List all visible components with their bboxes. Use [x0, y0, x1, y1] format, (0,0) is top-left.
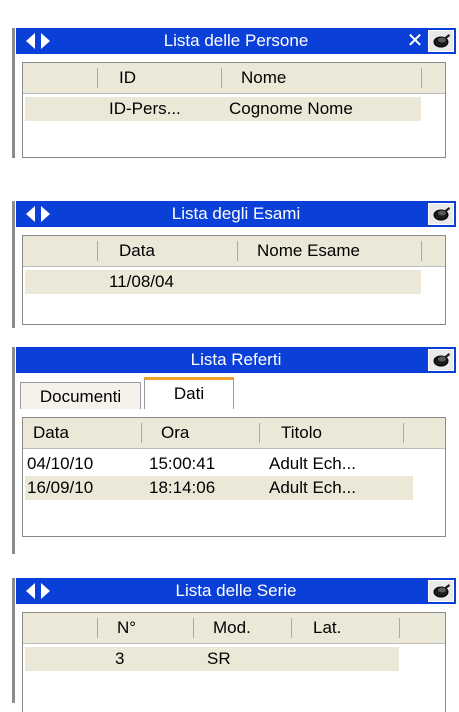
column-header-mod[interactable]: Mod.: [213, 613, 251, 643]
titlebar: Lista delle Serie: [16, 578, 456, 604]
serie-panel: Lista delle Serie N° Mod. Lat. 3 SR: [12, 578, 456, 712]
column-header-id[interactable]: ID: [119, 63, 136, 93]
pin-button[interactable]: [428, 349, 454, 371]
panel-title: Lista delle Persone: [163, 31, 309, 50]
pin-icon: [433, 207, 450, 221]
cell-id: ID-Pers...: [109, 99, 181, 118]
forward-arrow-icon[interactable]: [41, 206, 50, 222]
column-header-titolo[interactable]: Titolo: [281, 418, 322, 448]
pin-button[interactable]: [428, 30, 454, 52]
table-row[interactable]: 3 SR: [25, 647, 399, 671]
tab-documenti[interactable]: Documenti: [20, 382, 141, 409]
column-divider[interactable]: [237, 241, 238, 261]
referti-list[interactable]: Data Ora Titolo 04/10/10 15:00:41 Adult …: [22, 417, 446, 537]
panel-title: Lista Referti: [190, 350, 282, 369]
column-divider[interactable]: [259, 423, 260, 443]
referti-panel: Lista Referti Documenti Dati Data Ora Ti…: [12, 347, 456, 554]
cell-data: 11/08/04: [109, 272, 174, 291]
panel-content: Data Nome Esame 11/08/04: [16, 227, 456, 328]
close-icon[interactable]: ✕: [406, 28, 424, 54]
list-header: N° Mod. Lat.: [23, 613, 445, 644]
panel-content: ID Nome ID-Pers... Cognome Nome: [16, 54, 456, 158]
tab-bar: Documenti Dati: [16, 373, 456, 410]
panel-content: N° Mod. Lat. 3 SR: [16, 604, 456, 712]
esami-list[interactable]: Data Nome Esame 11/08/04: [22, 235, 446, 325]
cell-ora: 15:00:41: [149, 454, 216, 473]
nav-arrows: [26, 583, 54, 599]
nav-arrows: [26, 206, 54, 222]
table-row[interactable]: 16/09/10 18:14:06 Adult Ech...: [25, 476, 413, 500]
panel-title: Lista degli Esami: [171, 204, 301, 223]
column-header-data[interactable]: Data: [119, 236, 155, 266]
titlebar: Lista degli Esami: [16, 201, 456, 227]
cell-mod: SR: [207, 649, 231, 668]
forward-arrow-icon[interactable]: [41, 583, 50, 599]
persone-list[interactable]: ID Nome ID-Pers... Cognome Nome: [22, 62, 446, 158]
column-divider[interactable]: [421, 68, 422, 88]
panel-border: [12, 578, 15, 703]
list-header: Data Nome Esame: [23, 236, 445, 267]
column-divider[interactable]: [193, 618, 194, 638]
column-divider[interactable]: [97, 241, 98, 261]
column-divider[interactable]: [221, 68, 222, 88]
column-header-nome-esame[interactable]: Nome Esame: [257, 236, 360, 266]
panel-title: Lista delle Serie: [175, 581, 297, 600]
column-header-nome[interactable]: Nome: [241, 63, 286, 93]
table-row[interactable]: ID-Pers... Cognome Nome: [25, 97, 421, 121]
column-divider[interactable]: [141, 423, 142, 443]
tab-dati[interactable]: Dati: [144, 377, 234, 410]
cell-nome: Cognome Nome: [229, 99, 353, 118]
back-arrow-icon[interactable]: [26, 206, 35, 222]
pin-icon: [433, 353, 450, 367]
back-arrow-icon[interactable]: [26, 33, 35, 49]
column-header-data[interactable]: Data: [33, 418, 69, 448]
esami-panel: Lista degli Esami Data Nome Esame 11/08/…: [12, 201, 456, 328]
column-header-ora[interactable]: Ora: [161, 418, 189, 448]
column-divider[interactable]: [97, 68, 98, 88]
column-header-n[interactable]: N°: [117, 613, 136, 643]
cell-data: 04/10/10: [27, 454, 94, 473]
cell-titolo: Adult Ech...: [269, 454, 356, 473]
cell-n: 3: [115, 649, 125, 668]
pin-icon: [433, 584, 450, 598]
column-divider[interactable]: [403, 423, 404, 443]
serie-list[interactable]: N° Mod. Lat. 3 SR: [22, 612, 446, 712]
panel-border: [12, 28, 15, 158]
list-header: ID Nome: [23, 63, 445, 94]
column-divider[interactable]: [399, 618, 400, 638]
back-arrow-icon[interactable]: [26, 583, 35, 599]
panel-border: [12, 201, 15, 328]
titlebar: Lista Referti: [16, 347, 456, 373]
column-divider[interactable]: [291, 618, 292, 638]
panel-border: [12, 347, 15, 554]
pin-button[interactable]: [428, 203, 454, 225]
cell-titolo: Adult Ech...: [269, 478, 356, 497]
nav-arrows: [26, 33, 54, 49]
panel-content: Data Ora Titolo 04/10/10 15:00:41 Adult …: [16, 409, 456, 554]
table-row[interactable]: 04/10/10 15:00:41 Adult Ech...: [25, 452, 413, 476]
column-divider[interactable]: [97, 618, 98, 638]
titlebar: Lista delle Persone ✕: [16, 28, 456, 54]
table-row[interactable]: 11/08/04: [25, 270, 421, 294]
persone-panel: Lista delle Persone ✕ ID Nome ID-Pers...…: [12, 28, 456, 158]
list-header: Data Ora Titolo: [23, 418, 445, 449]
forward-arrow-icon[interactable]: [41, 33, 50, 49]
column-divider[interactable]: [421, 241, 422, 261]
pin-icon: [433, 34, 450, 48]
column-header-lat[interactable]: Lat.: [313, 613, 341, 643]
cell-ora: 18:14:06: [149, 478, 216, 497]
pin-button[interactable]: [428, 580, 454, 602]
cell-data: 16/09/10: [27, 478, 94, 497]
